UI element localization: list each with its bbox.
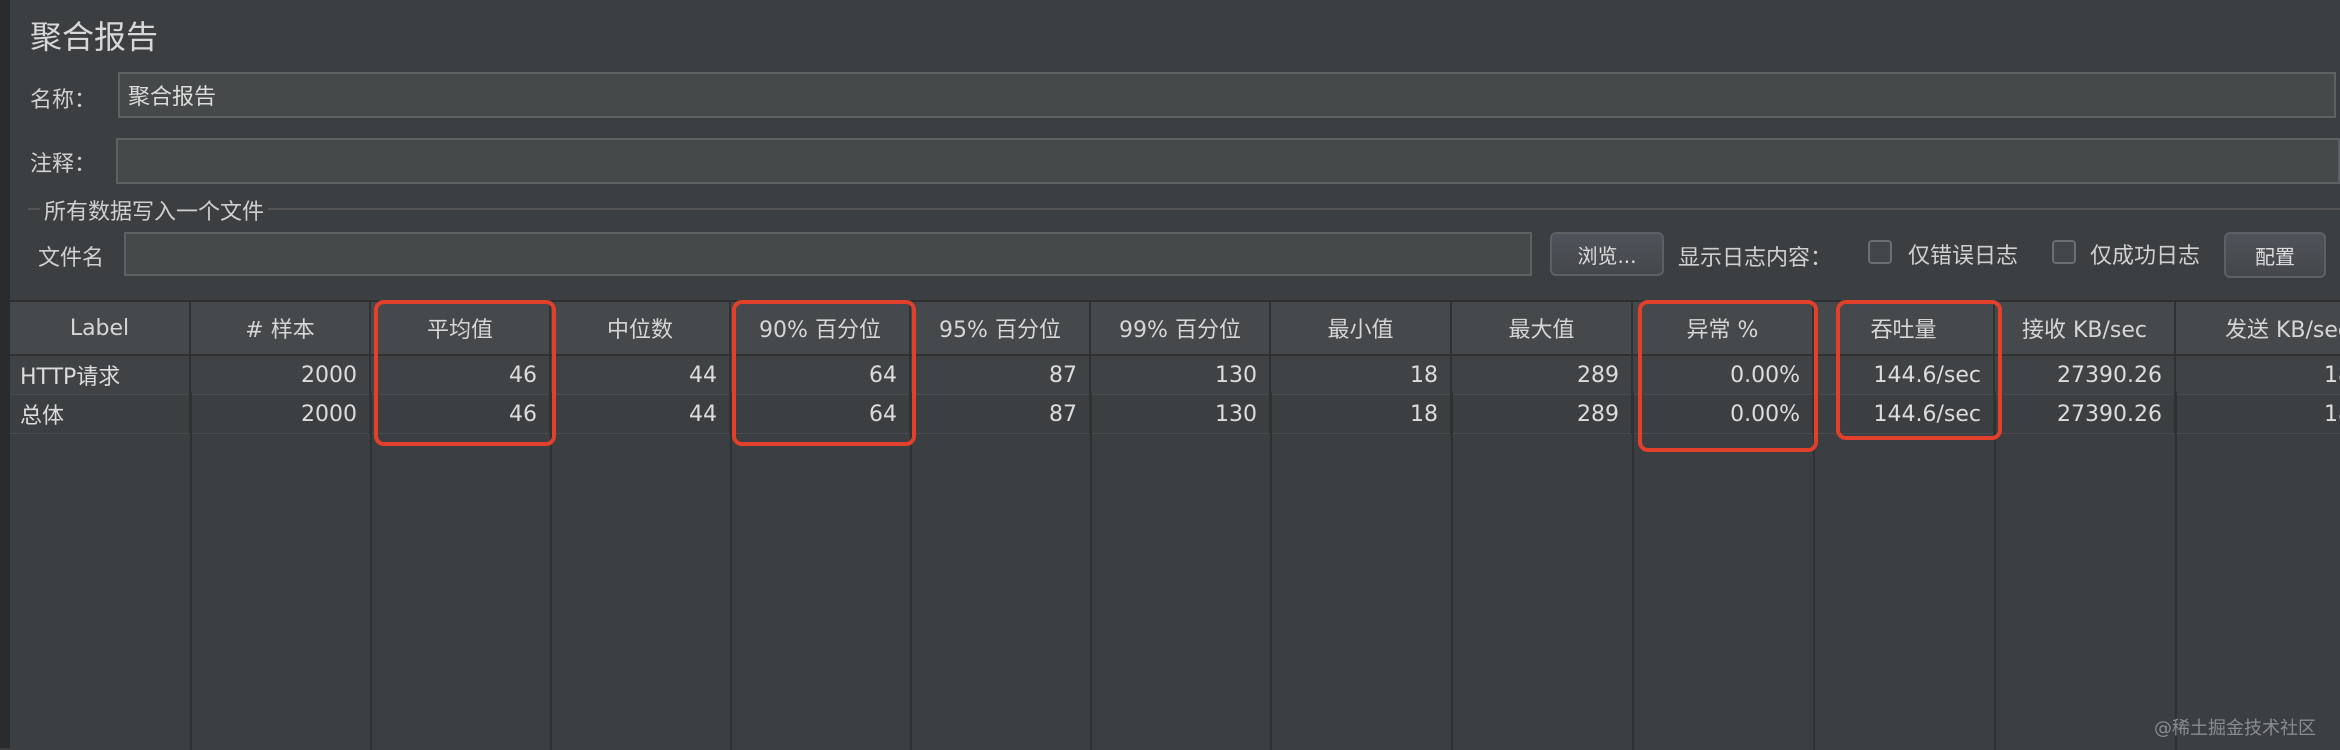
col-header-99pct[interactable]: 99% 百分位 <box>1090 302 1271 356</box>
name-input[interactable] <box>118 72 2336 118</box>
config-button[interactable]: 配置 <box>2224 232 2326 278</box>
cell-median: 44 <box>550 394 731 434</box>
success-only-label: 仅成功日志 <box>2090 244 2201 269</box>
cell-sent-kb: 18.21 <box>2175 394 2340 434</box>
filename-input[interactable] <box>124 232 1532 276</box>
cell-95pct: 87 <box>910 355 1091 395</box>
file-section-border <box>28 208 2340 210</box>
cell-received-kb: 27390.26 <box>1994 394 2176 434</box>
success-only-checkbox[interactable] <box>2052 240 2076 264</box>
file-section-title: 所有数据写入一个文件 <box>40 194 269 226</box>
highlight-average-column <box>374 300 556 446</box>
browse-button[interactable]: 浏览... <box>1550 232 1664 276</box>
left-edge <box>0 0 10 748</box>
col-header-received-kb[interactable]: 接收 KB/sec <box>1994 302 2176 356</box>
column-divider <box>1632 392 1634 750</box>
cell-max: 289 <box>1451 394 1633 434</box>
cell-min: 18 <box>1270 394 1452 434</box>
highlight-error-pct-column <box>1638 300 1818 452</box>
column-divider <box>1270 392 1272 750</box>
col-header-median[interactable]: 中位数 <box>550 302 731 356</box>
cell-samples: 2000 <box>190 355 371 395</box>
col-header-sent-kb[interactable]: 发送 KB/sec <box>2175 302 2340 356</box>
col-header-min[interactable]: 最小值 <box>1270 302 1452 356</box>
column-divider <box>370 392 372 750</box>
highlight-throughput-column <box>1836 300 2002 440</box>
highlight-90pct-column <box>732 300 916 446</box>
comment-input[interactable] <box>116 138 2340 184</box>
cell-99pct: 130 <box>1090 355 1271 395</box>
column-divider <box>1994 392 1996 750</box>
cell-99pct: 130 <box>1090 394 1271 434</box>
watermark: @稀土掘金技术社区 <box>2154 718 2316 739</box>
comment-label: 注释： <box>30 152 97 177</box>
errors-only-checkbox[interactable] <box>1868 240 1892 264</box>
col-header-samples[interactable]: # 样本 <box>190 302 371 356</box>
cell-samples: 2000 <box>190 394 371 434</box>
column-divider <box>1451 392 1453 750</box>
col-header-95pct[interactable]: 95% 百分位 <box>910 302 1091 356</box>
filename-label: 文件名 <box>38 246 105 271</box>
name-label: 名称： <box>30 88 97 113</box>
cell-median: 44 <box>550 355 731 395</box>
cell-sent-kb: 18.21 <box>2175 355 2340 395</box>
cell-max: 289 <box>1451 355 1633 395</box>
cell-label: HTTP请求 <box>10 355 191 395</box>
column-divider <box>730 392 732 750</box>
cell-95pct: 87 <box>910 394 1091 434</box>
column-divider <box>190 392 192 750</box>
col-header-label[interactable]: Label <box>10 302 191 356</box>
column-divider <box>910 392 912 750</box>
column-divider <box>550 392 552 750</box>
cell-min: 18 <box>1270 355 1452 395</box>
cell-label: 总体 <box>10 394 191 434</box>
log-display-label: 显示日志内容： <box>1678 246 1833 271</box>
errors-only-label: 仅错误日志 <box>1908 244 2019 269</box>
column-divider <box>2175 392 2177 750</box>
page-title: 聚合报告 <box>30 18 159 56</box>
col-header-max[interactable]: 最大值 <box>1451 302 1633 356</box>
cell-received-kb: 27390.26 <box>1994 355 2176 395</box>
column-divider <box>1090 392 1092 750</box>
